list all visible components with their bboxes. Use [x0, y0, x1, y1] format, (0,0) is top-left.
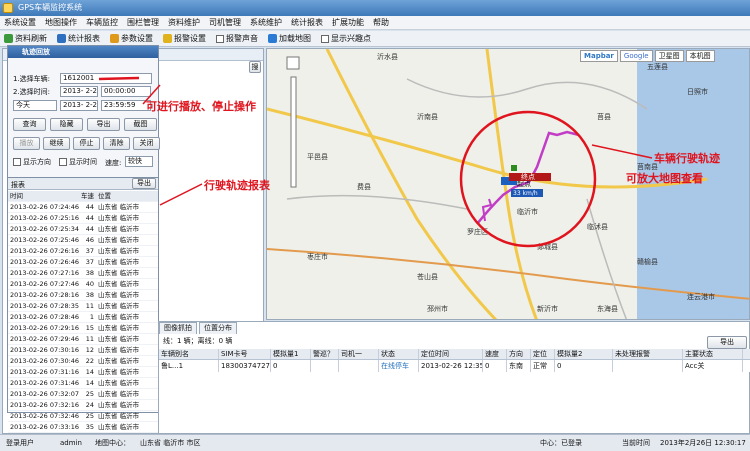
online-summary: 线：1 辆；离线：0 辆	[163, 337, 233, 345]
grid-col-12[interactable]: 主要状态	[683, 349, 743, 359]
grid-col-0[interactable]: 车辆别名	[159, 349, 219, 359]
grid-cell-9: 正常	[531, 360, 555, 372]
current-time: 2013年2月26日 12:30:17	[660, 439, 746, 447]
grid-cell-1: 18300374727	[221, 360, 271, 372]
grid-cell-11	[613, 360, 683, 372]
time-label-status: 当前时间	[622, 439, 650, 447]
grid-cell-10: 0	[555, 360, 613, 372]
arrow-track	[591, 144, 653, 159]
grid-cell-2: 0	[271, 360, 311, 372]
grid-col-8[interactable]: 方向	[507, 349, 531, 359]
center-label: 地图中心：	[95, 439, 130, 447]
grid-cell-12: Acc关	[683, 360, 743, 372]
grid-col-1[interactable]: SIM卡号	[219, 349, 271, 359]
map-center: 山东省 临沂市 市区	[140, 439, 201, 447]
grid-col-3[interactable]: 警巡？	[311, 349, 339, 359]
grid-cell-8: 东南	[507, 360, 531, 372]
grid-cell-7: 0	[483, 360, 507, 372]
vehicle-grid: 车辆别名 SIM卡号 模拟量1 警巡？ 司机一 状态 定位时间 速度 方向 定位 模拟量2 未处理报警…	[159, 349, 750, 372]
grid-cell-0: 鲁L...1	[159, 360, 219, 372]
arrow-playback	[142, 84, 161, 105]
user-label: 登录用户	[6, 439, 34, 447]
grid-col-6[interactable]: 定位时间	[419, 349, 483, 359]
grid-col-7[interactable]: 速度	[483, 349, 507, 359]
grid-col-9[interactable]: 定位	[531, 349, 555, 359]
bottom-tabs: 图像抓拍 位置分布	[159, 322, 237, 334]
grid-col-4[interactable]: 司机一	[339, 349, 379, 359]
status-bar: 登录用户 admin 地图中心： 山东省 临沂市 市区 中心：已登录 当前时间 …	[0, 434, 750, 451]
grid-col-5[interactable]: 状态	[379, 349, 419, 359]
grid-cell-5: 在线停车	[379, 360, 419, 372]
grid-header: 车辆别名 SIM卡号 模拟量1 警巡？ 司机一 状态 定位时间 速度 方向 定位 模拟量2 未处理报警…	[159, 349, 750, 360]
vehicle-status-panel: 图像抓拍 位置分布 线：1 辆；离线：0 辆 导出 车辆别名 SIM卡号 模拟量1 警…	[158, 321, 750, 434]
grid-row[interactable]: 鲁L...1183003747270在线停车2013-02-26 12:35:4…	[159, 360, 750, 372]
grid-cell-4	[339, 360, 379, 372]
arrow-report	[159, 183, 203, 206]
tab-snapshot[interactable]: 图像抓拍	[159, 322, 197, 334]
tab-position[interactable]: 位置分布	[199, 322, 237, 334]
grid-cell-6: 2013-02-26 12:35:46	[419, 360, 483, 372]
bottom-export-button[interactable]: 导出	[707, 336, 747, 349]
grid-col-2[interactable]: 模拟量1	[271, 349, 311, 359]
grid-cell-3	[311, 360, 339, 372]
user-name: admin	[60, 439, 82, 447]
connection-status: 中心：已登录	[540, 439, 582, 447]
grid-col-11[interactable]: 未处理报警	[613, 349, 683, 359]
grid-col-10[interactable]: 模拟量2	[555, 349, 613, 359]
